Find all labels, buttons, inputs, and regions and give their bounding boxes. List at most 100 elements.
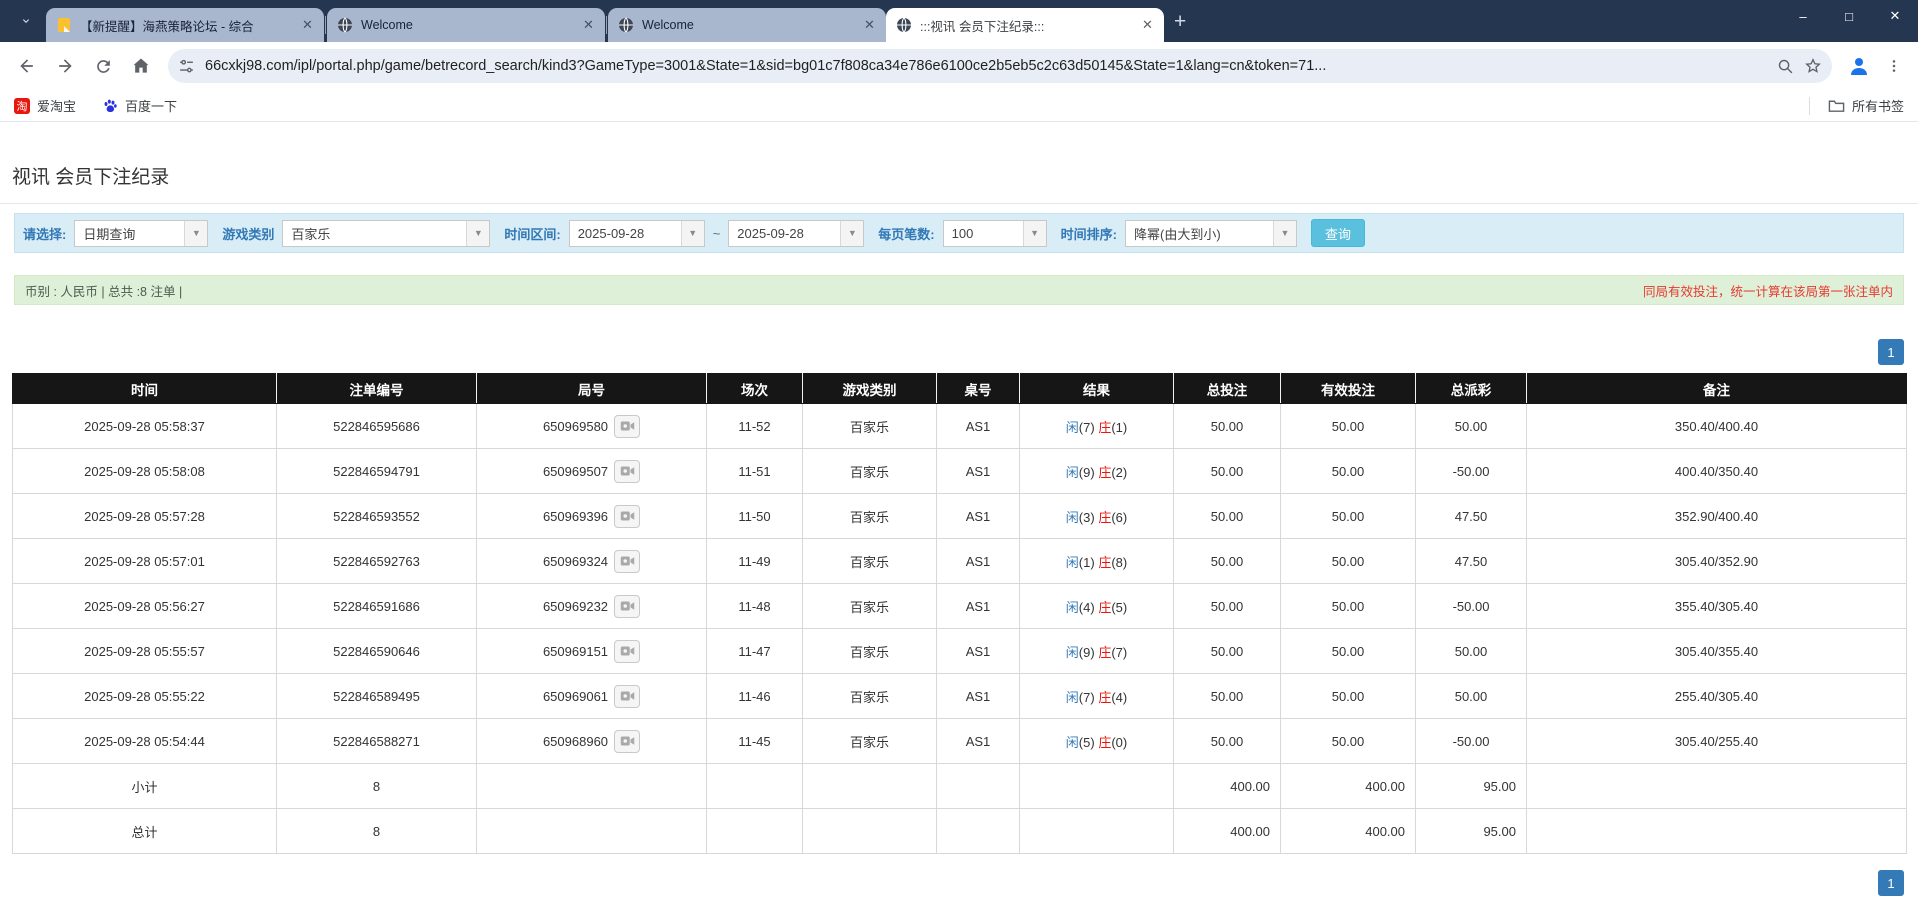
cell-total-bet[interactable]: 50.00 [1174,539,1281,584]
forward-arrow-icon [55,56,75,76]
browser-tab-1[interactable]: 【新提醒】海燕策略论坛 - 综合 ✕ [46,8,324,42]
column-header: 总派彩 [1416,374,1527,404]
result-banker: 庄 [1098,600,1111,615]
tab-close-icon[interactable]: ✕ [1139,17,1156,34]
cell-total-bet[interactable]: 50.00 [1174,404,1281,449]
profile-avatar[interactable] [1842,49,1876,83]
chevron-down-icon: ▼ [840,221,863,246]
column-header: 场次 [707,374,803,404]
maximize-button[interactable]: □ [1826,0,1872,32]
tab-close-icon[interactable]: ✕ [861,17,878,34]
cell-round-id: 650969507 [477,449,707,494]
table-row: 2025-09-28 05:58:37522846595686650969580… [13,404,1907,449]
cell-time: 2025-09-28 05:57:28 [13,494,277,539]
tab-close-icon[interactable]: ✕ [299,17,316,34]
all-bookmarks-button[interactable]: 所有书签 [1828,96,1904,115]
per-page-label: 每页笔数: [878,224,934,243]
cell-total-bet[interactable]: 50.00 [1174,629,1281,674]
tab-title: Welcome [642,18,853,32]
cell-table-no: AS1 [937,674,1020,719]
minimize-button[interactable]: – [1780,0,1826,32]
video-replay-button[interactable] [614,460,640,483]
cell-round-id: 650968960 [477,719,707,764]
browser-tab-3[interactable]: Welcome ✕ [608,8,886,42]
video-replay-button[interactable] [614,415,640,438]
site-settings-icon [178,58,195,75]
result-player: 闲 [1066,465,1079,480]
video-replay-button[interactable] [614,595,640,618]
date-from-dropdown[interactable]: 2025-09-28 ▼ [569,220,705,247]
date-from-value: 2025-09-28 [570,226,681,241]
table-row: 2025-09-28 05:54:44522846588271650968960… [13,719,1907,764]
game-type-dropdown[interactable]: 百家乐 ▼ [282,220,490,247]
browser-tab-active[interactable]: :::视讯 会员下注纪录::: ✕ [886,8,1164,42]
browser-tab-2[interactable]: Welcome ✕ [327,8,605,42]
cell-payout: 47.50 [1416,494,1527,539]
pagination-page-1-top[interactable]: 1 [1878,339,1904,365]
page-title: 视讯 会员下注纪录 [0,122,1918,203]
cell-table-no: AS1 [937,719,1020,764]
result-banker: 庄 [1098,645,1111,660]
cell-table-no: AS1 [937,629,1020,674]
video-replay-button[interactable] [614,640,640,663]
bookmark-star-icon[interactable] [1804,57,1822,75]
cell-session: 11-49 [707,539,803,584]
cell-round-id: 650969061 [477,674,707,719]
cell-game-type: 百家乐 [803,584,937,629]
forward-button[interactable] [48,49,82,83]
cell-result: 闲(1) 庄(8) [1020,539,1174,584]
cell-round-id: 650969151 [477,629,707,674]
bookmark-baidu[interactable]: 百度一下 [102,96,177,115]
cell-total-bet[interactable]: 50.00 [1174,494,1281,539]
video-replay-button[interactable] [614,550,640,573]
close-window-button[interactable]: ✕ [1872,0,1918,32]
zoom-icon[interactable] [1777,58,1794,75]
tab-search-button[interactable] [12,7,40,35]
footer-label: 小计 [13,764,277,809]
table-row: 2025-09-28 05:55:22522846589495650969061… [13,674,1907,719]
cell-time: 2025-09-28 05:56:27 [13,584,277,629]
cell-total-bet[interactable]: 50.00 [1174,584,1281,629]
query-type-dropdown[interactable]: 日期查询 ▼ [74,220,208,247]
pagination-page-1-bottom[interactable]: 1 [1878,870,1904,896]
result-banker: 庄 [1098,735,1111,750]
cell-total-bet[interactable]: 50.00 [1174,719,1281,764]
cell-payout: -50.00 [1416,449,1527,494]
reload-button[interactable] [86,49,120,83]
column-header: 有效投注 [1281,374,1416,404]
cell-result: 闲(7) 庄(4) [1020,674,1174,719]
cell-table-no: AS1 [937,584,1020,629]
cell-game-type: 百家乐 [803,629,937,674]
back-button[interactable] [10,49,44,83]
cell-table-no: AS1 [937,449,1020,494]
cell-result: 闲(9) 庄(2) [1020,449,1174,494]
globe-favicon [896,17,912,33]
cell-result: 闲(5) 庄(0) [1020,719,1174,764]
cell-payout: 50.00 [1416,629,1527,674]
new-tab-button[interactable]: + [1174,11,1186,32]
browser-menu-button[interactable] [1880,52,1908,80]
per-page-dropdown[interactable]: 100 ▼ [943,220,1047,247]
browser-toolbar: 66cxkj98.com/ipl/portal.php/game/betreco… [0,42,1918,90]
yellow-note-favicon [56,17,72,33]
tab-close-icon[interactable]: ✕ [580,17,597,34]
cell-total-bet[interactable]: 50.00 [1174,449,1281,494]
bookmark-aitaobao[interactable]: 淘 爱淘宝 [14,96,76,115]
globe-favicon [618,17,634,33]
address-bar[interactable]: 66cxkj98.com/ipl/portal.php/game/betreco… [168,49,1832,83]
home-button[interactable] [124,49,158,83]
video-replay-button[interactable] [614,505,640,528]
column-header: 桌号 [937,374,1020,404]
per-page-value: 100 [944,226,1023,241]
cell-round-id: 650969396 [477,494,707,539]
video-replay-button[interactable] [614,730,640,753]
result-player: 闲 [1066,555,1079,570]
tab-title: Welcome [361,18,572,32]
cell-total-bet[interactable]: 50.00 [1174,674,1281,719]
date-to-dropdown[interactable]: 2025-09-28 ▼ [728,220,864,247]
cell-bet-id: 522846592763 [277,539,477,584]
search-button[interactable]: 查询 [1311,219,1365,247]
video-replay-button[interactable] [614,685,640,708]
sort-dropdown[interactable]: 降幂(由大到小) ▼ [1125,220,1297,247]
round-id-text: 650969507 [543,464,608,479]
